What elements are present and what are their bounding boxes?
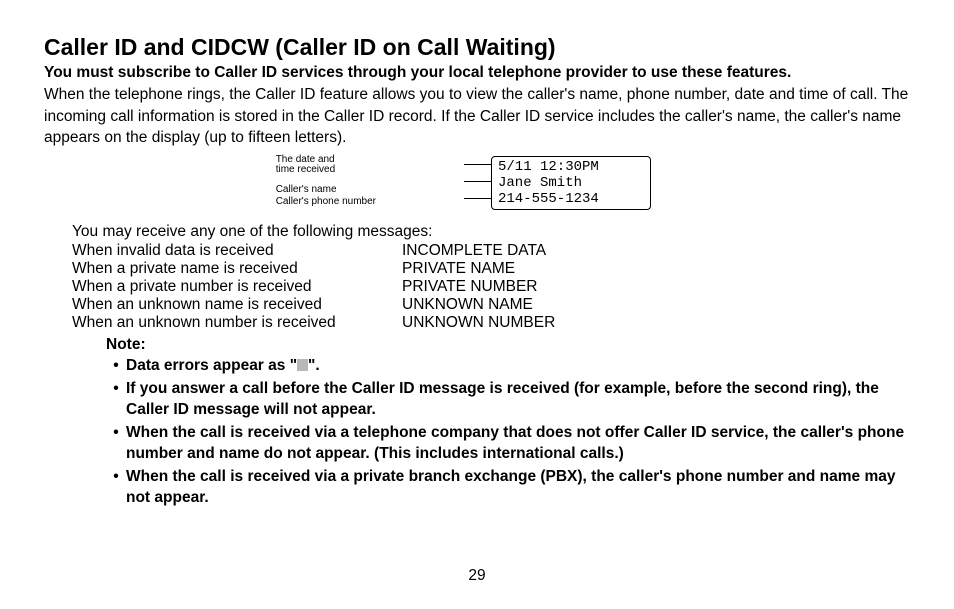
list-item: • Data errors appear as " ".: [106, 356, 910, 377]
diagram-connector-line: [464, 164, 491, 165]
message-condition: When an unknown name is received: [72, 296, 402, 314]
caller-id-diagram: The date and time received Caller's name…: [44, 155, 910, 215]
note-title: Note:: [106, 336, 910, 354]
note-text-part: ".: [308, 357, 320, 374]
list-item: • When the call is received via a privat…: [106, 467, 910, 509]
table-row: When a private name is received PRIVATE …: [72, 260, 910, 278]
table-row: When a private number is received PRIVAT…: [72, 278, 910, 296]
message-condition: When a private name is received: [72, 260, 402, 278]
intro-body: When the telephone rings, the Caller ID …: [44, 84, 910, 149]
bullet-icon: •: [106, 423, 126, 465]
note-text: When the call is received via a telephon…: [126, 423, 910, 465]
message-condition: When an unknown number is received: [72, 314, 402, 332]
message-value: UNKNOWN NUMBER: [402, 314, 910, 332]
lcd-line-datetime: 5/11 12:30PM: [498, 159, 644, 175]
table-row: When an unknown name is received UNKNOWN…: [72, 296, 910, 314]
message-condition: When invalid data is received: [72, 242, 402, 260]
diagram-label-datetime-2: time received: [276, 165, 376, 175]
diagram-label-name: Caller's name: [276, 185, 376, 195]
message-value: INCOMPLETE DATA: [402, 242, 910, 260]
bullet-icon: •: [106, 379, 126, 421]
intro-subscribe: You must subscribe to Caller ID services…: [44, 63, 910, 84]
message-value: UNKNOWN NAME: [402, 296, 910, 314]
notes-block: Note: • Data errors appear as " ". • If y…: [106, 336, 910, 508]
lcd-line-name: Jane Smith: [498, 175, 644, 191]
page-title: Caller ID and CIDCW (Caller ID on Call W…: [44, 34, 910, 61]
error-block-icon: [297, 359, 308, 371]
messages-intro: You may receive any one of the following…: [72, 223, 910, 241]
message-condition: When a private number is received: [72, 278, 402, 296]
list-item: • When the call is received via a teleph…: [106, 423, 910, 465]
page: Caller ID and CIDCW (Caller ID on Call W…: [0, 0, 954, 609]
messages-block: You may receive any one of the following…: [72, 223, 910, 332]
page-number: 29: [0, 567, 954, 585]
diagram-connector-line: [464, 198, 491, 199]
lcd-line-number: 214-555-1234: [498, 191, 644, 207]
message-value: PRIVATE NAME: [402, 260, 910, 278]
table-row: When an unknown number is received UNKNO…: [72, 314, 910, 332]
diagram-connector-line: [464, 181, 491, 182]
lcd-display: 5/11 12:30PM Jane Smith 214-555-1234: [491, 156, 651, 210]
note-text-part: Data errors appear as ": [126, 357, 297, 374]
note-text: When the call is received via a private …: [126, 467, 910, 509]
table-row: When invalid data is received INCOMPLETE…: [72, 242, 910, 260]
message-value: PRIVATE NUMBER: [402, 278, 910, 296]
bullet-icon: •: [106, 467, 126, 509]
note-text: Data errors appear as " ".: [126, 356, 910, 377]
diagram-label-number: Caller's phone number: [276, 197, 376, 207]
bullet-icon: •: [106, 356, 126, 377]
note-text: If you answer a call before the Caller I…: [126, 379, 910, 421]
list-item: • If you answer a call before the Caller…: [106, 379, 910, 421]
